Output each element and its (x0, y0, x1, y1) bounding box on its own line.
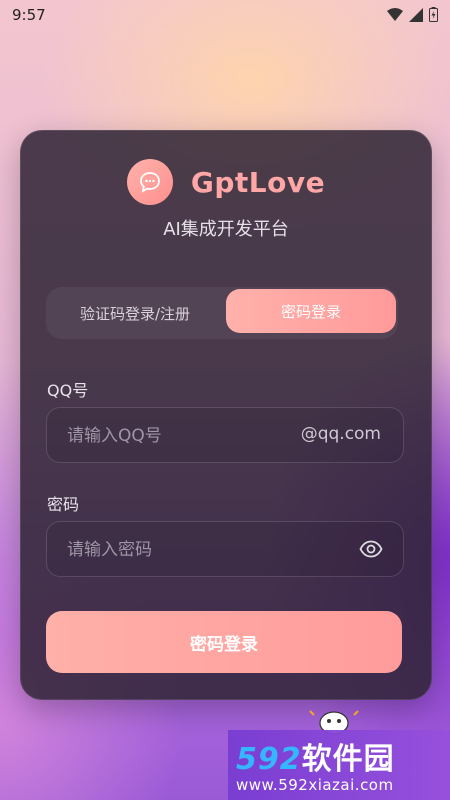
qq-input[interactable] (65, 408, 289, 464)
qq-field: @qq.com (46, 407, 404, 464)
tab-sms-login[interactable]: 验证码登录/注册 (46, 287, 224, 339)
login-button[interactable]: 密码登录 (46, 611, 402, 673)
app-logo (126, 159, 173, 205)
chat-bubble-icon (139, 172, 160, 193)
tab-password-login[interactable]: 密码登录 (226, 289, 396, 333)
status-icons (387, 7, 438, 22)
app-subtitle: AI集成开发平台 (163, 219, 289, 240)
signal-icon (409, 7, 423, 22)
app-name: GptLove (190, 165, 326, 199)
qq-email-suffix: @qq.com (300, 424, 381, 444)
watermark-banner: 592软件园 www.592xiazai.com (228, 730, 450, 800)
battery-icon (429, 7, 438, 22)
brand-header: GptLove (21, 159, 431, 205)
password-input[interactable] (65, 522, 289, 578)
eye-icon[interactable] (359, 537, 383, 561)
watermark-url: www.592xiazai.com (236, 776, 394, 794)
login-card: GptLove AI集成开发平台 验证码登录/注册 密码登录 QQ号 @qq.c… (20, 130, 432, 700)
status-bar: 9:57 (0, 0, 450, 32)
password-label: 密码 (47, 495, 80, 514)
watermark-brand-number: 592 (236, 742, 302, 777)
status-time: 9:57 (12, 6, 46, 24)
watermark-brand-text: 软件园 (301, 742, 395, 777)
password-field (46, 521, 404, 578)
watermark: 592软件园 www.592xiazai.com (228, 705, 450, 800)
watermark-brand: 592软件园 (236, 734, 395, 778)
login-mode-tabs: 验证码登录/注册 密码登录 (46, 287, 398, 339)
qq-label: QQ号 (47, 381, 89, 400)
wifi-icon (387, 7, 403, 21)
